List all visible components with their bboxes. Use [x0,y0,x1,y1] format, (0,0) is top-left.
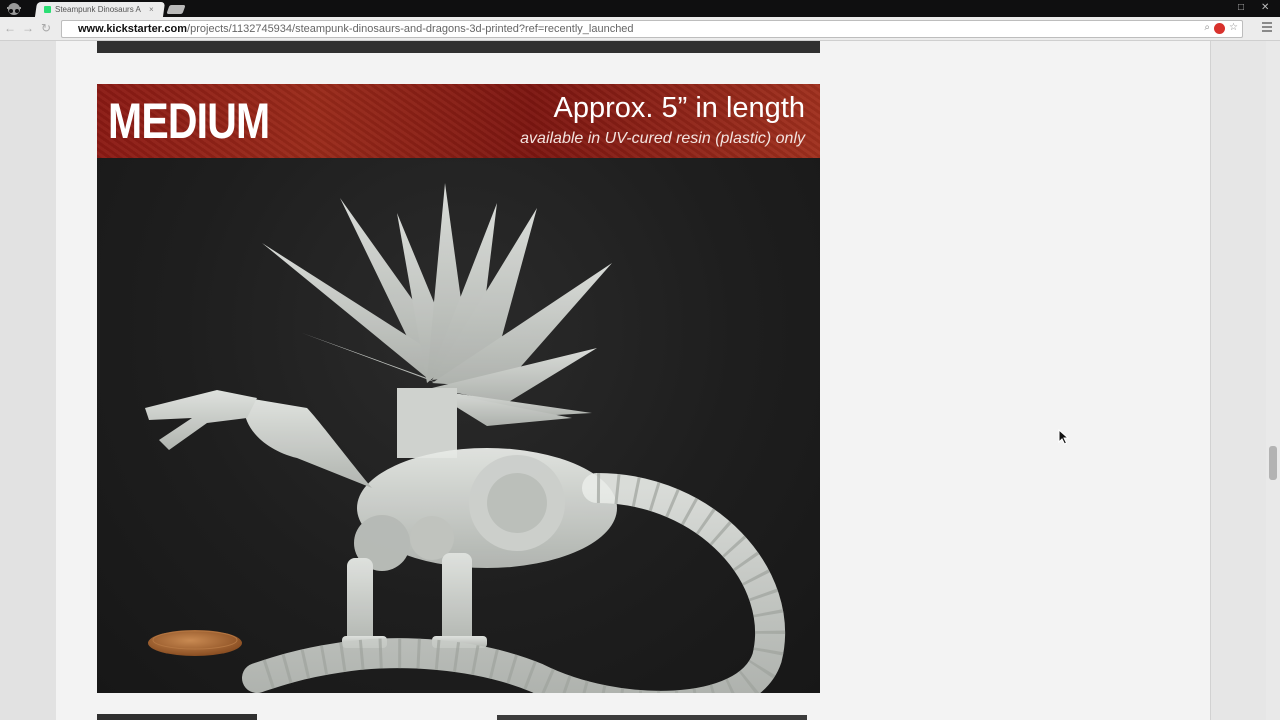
kickstarter-favicon-icon [44,6,51,13]
url-host: www.kickstarter.com [78,23,188,35]
menu-icon[interactable] [1262,22,1272,34]
scrollbar-track[interactable] [1266,41,1280,720]
browser-tab-content[interactable]: Steampunk Dinosaurs A × [44,2,162,17]
address-bar[interactable]: www.kickstarter.com/projects/1132745934/… [61,20,1243,38]
mouse-cursor-icon [1058,429,1070,445]
adblock-icon[interactable] [1214,23,1226,34]
page-right-margin [1210,41,1267,720]
back-icon[interactable]: ← [4,20,16,36]
dragon-model-photo [145,183,786,693]
new-tab-button[interactable] [166,5,186,14]
reload-icon[interactable]: ↻ [41,20,51,36]
browser-titlebar: Steampunk Dinosaurs A × □ ✕ [0,0,1280,17]
size-label: MEDIUM [108,93,270,149]
close-window-icon[interactable]: ✕ [1261,1,1269,15]
tab-title: Steampunk Dinosaurs A [55,5,141,14]
length-text: Approx. 5” in length [553,92,805,124]
size-banner: MEDIUM Approx. 5” in length available in… [97,84,820,158]
page-left-margin [0,41,56,720]
material-text: available in UV-cured resin (plastic) on… [520,130,805,147]
url-path: /projects/1132745934/steampunk-dinosaurs… [187,23,634,35]
previous-image-bottom [97,41,820,53]
search-icon[interactable]: ⌕ [1204,22,1210,34]
tab-close-icon[interactable]: × [149,5,154,14]
incognito-icon [7,3,21,15]
forward-icon[interactable]: → [22,20,34,36]
scrollbar-thumb[interactable] [1269,446,1277,480]
reward-size-image: MEDIUM Approx. 5” in length available in… [97,84,820,693]
browser-toolbar: ← → ↻ www.kickstarter.com/projects/11327… [0,17,1280,41]
next-image-top [97,714,807,720]
star-icon[interactable]: ☆ [1229,22,1238,34]
maximize-icon[interactable]: □ [1238,1,1244,15]
dragon-body [145,390,617,648]
